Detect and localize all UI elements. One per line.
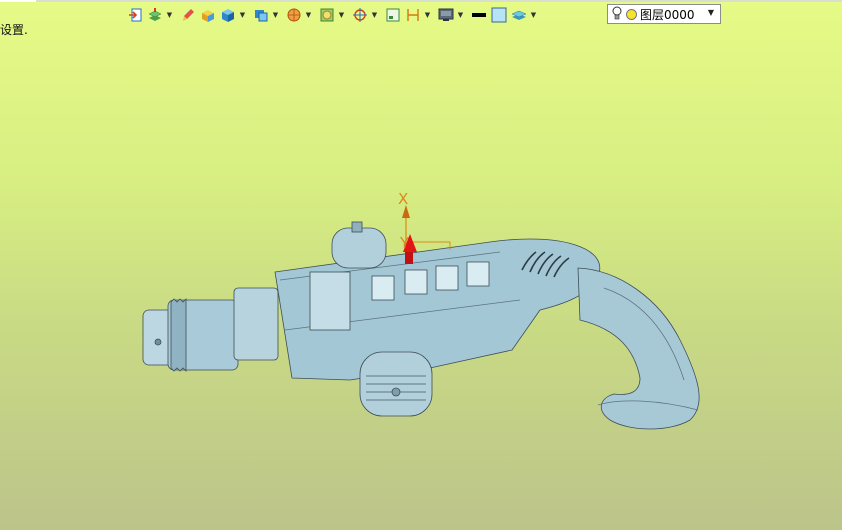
drill-neck [233,287,279,361]
origin-marker [405,252,413,264]
x-axis-label: X [398,190,408,208]
chuck-key-hole [154,338,162,346]
motor-housing-top [331,227,387,269]
drill-model[interactable] [142,221,700,430]
side-panel [309,271,351,331]
chuck-knurl [170,298,187,372]
3d-viewport[interactable]: X Y [0,0,842,530]
y-axis-label: Y [399,234,410,252]
drill-handle [577,267,700,430]
